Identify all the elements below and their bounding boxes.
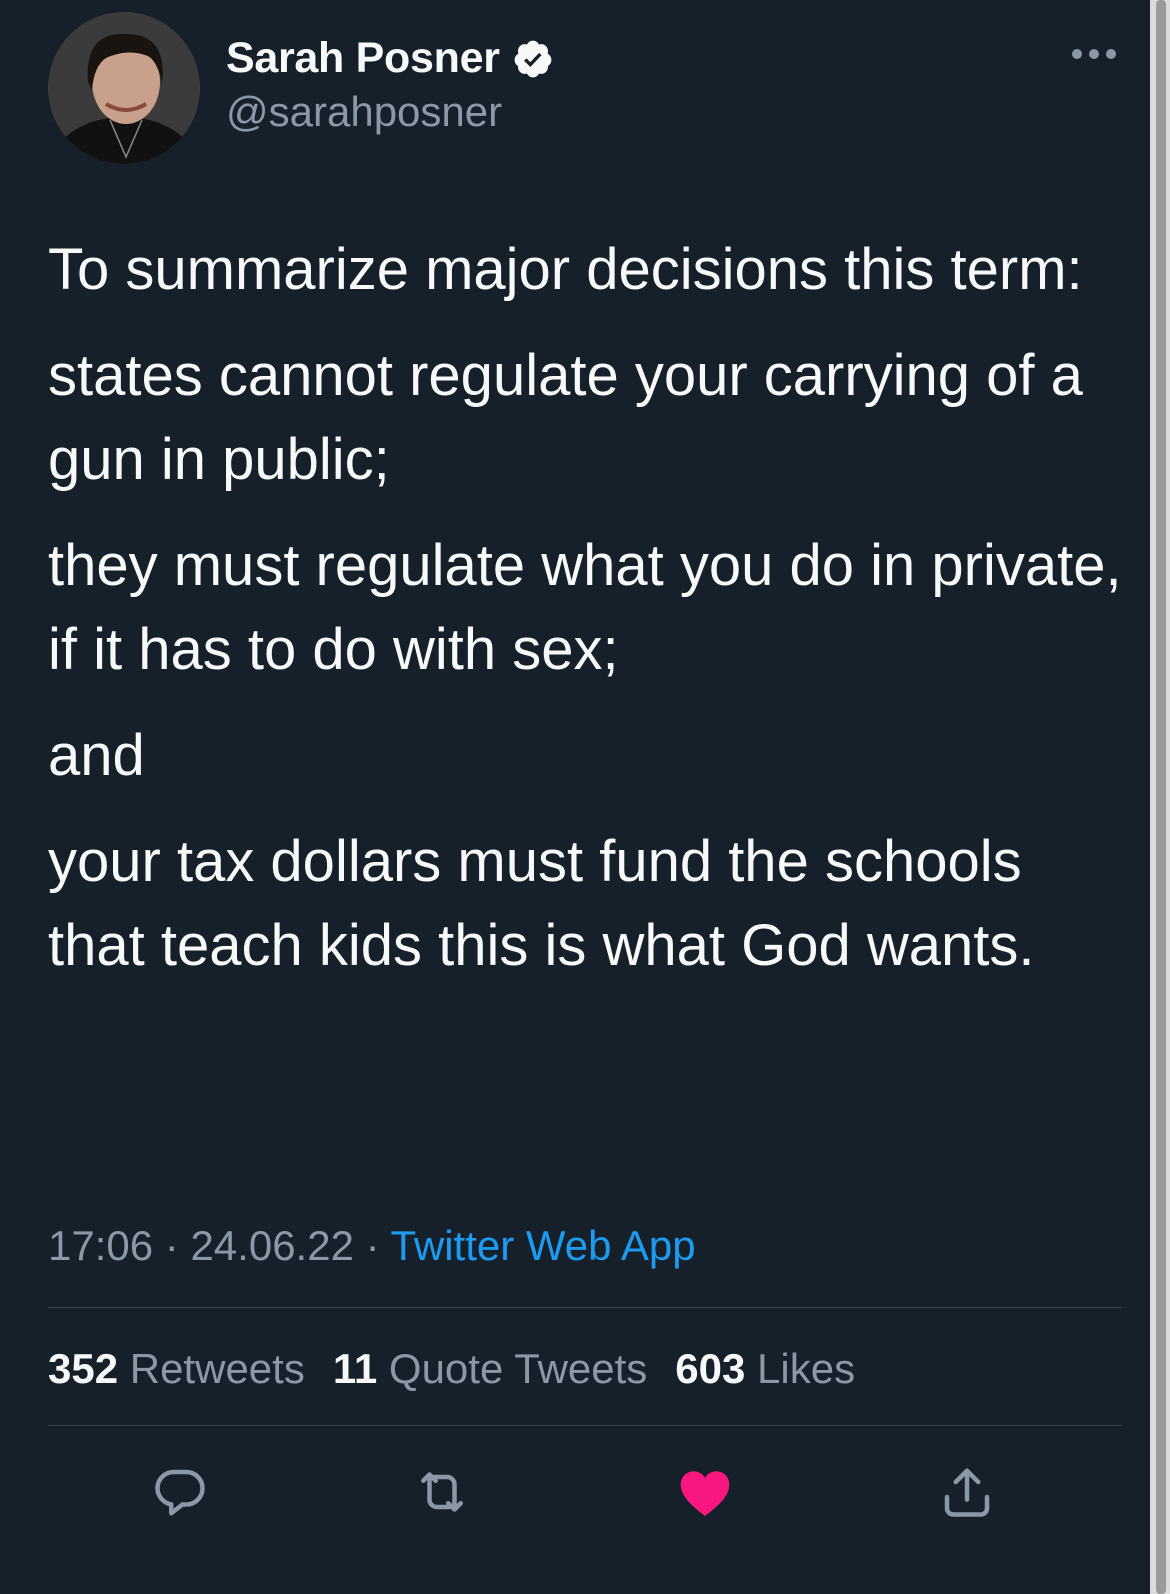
meta-separator: · xyxy=(365,1222,380,1269)
reply-icon[interactable] xyxy=(150,1462,210,1522)
author-handle[interactable]: @sarahposner xyxy=(226,88,502,136)
tweet-date[interactable]: 24.06.22 xyxy=(190,1222,354,1269)
retweets-label: Retweets xyxy=(129,1345,305,1392)
author-name-row[interactable]: Sarah Posner xyxy=(226,34,554,83)
tweet-time[interactable]: 17:06 xyxy=(48,1222,153,1269)
heart-icon[interactable] xyxy=(675,1462,735,1522)
share-icon[interactable] xyxy=(937,1462,997,1522)
retweets-count: 352 xyxy=(48,1345,119,1392)
retweets-stat[interactable]: 352 Retweets xyxy=(48,1345,305,1392)
more-options-icon[interactable] xyxy=(1072,42,1122,66)
tweet-source-link[interactable]: Twitter Web App xyxy=(391,1222,696,1269)
divider xyxy=(48,1307,1122,1308)
likes-label: Likes xyxy=(757,1345,856,1392)
tweet-paragraph: they must regulate what you do in privat… xyxy=(48,533,1122,682)
tweet-actions xyxy=(0,1462,1150,1522)
likes-stat[interactable]: 603 Likes xyxy=(675,1345,855,1392)
likes-count: 603 xyxy=(675,1345,746,1392)
tweet-meta: 17:06 · 24.06.22 · Twitter Web App xyxy=(48,1222,696,1270)
meta-separator: · xyxy=(164,1222,179,1269)
retweet-icon[interactable] xyxy=(412,1462,472,1522)
quotes-label: Quote Tweets xyxy=(388,1345,648,1392)
divider xyxy=(48,1425,1122,1426)
tweet-detail: Sarah Posner @sarahposner To summarize m… xyxy=(0,0,1150,1594)
quotes-count: 11 xyxy=(332,1345,378,1392)
scrollbar-thumb[interactable] xyxy=(1156,0,1166,1594)
tweet-paragraph: your tax dollars must fund the schools t… xyxy=(48,829,1035,978)
quotes-stat[interactable]: 11 Quote Tweets xyxy=(333,1345,647,1392)
tweet-paragraph: and xyxy=(48,723,145,788)
tweet-text: To summarize major decisions this term: … xyxy=(48,228,1128,1010)
verified-badge-icon xyxy=(514,40,552,77)
scrollbar[interactable] xyxy=(1150,0,1170,1594)
tweet-paragraph: To summarize major decisions this term: xyxy=(48,237,1083,302)
author-display-name[interactable]: Sarah Posner xyxy=(226,34,500,83)
tweet-paragraph: states cannot regulate your carrying of … xyxy=(48,343,1083,492)
avatar[interactable] xyxy=(48,12,200,164)
tweet-stats: 352 Retweets 11 Quote Tweets 603 Likes xyxy=(48,1345,855,1393)
